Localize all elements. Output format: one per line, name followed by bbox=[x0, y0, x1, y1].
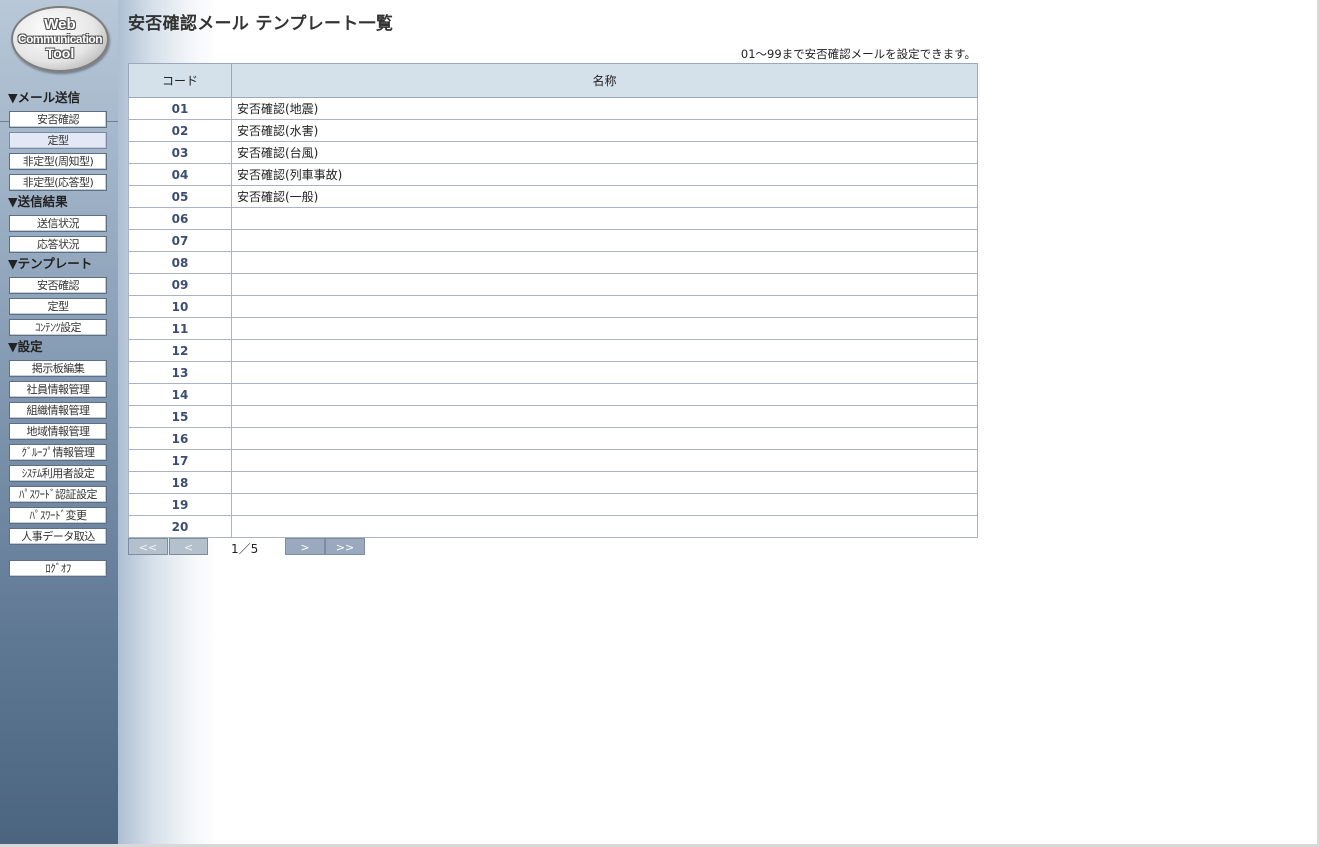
table-row[interactable]: 18 bbox=[128, 471, 978, 494]
template-code-cell[interactable]: 08 bbox=[128, 251, 232, 274]
template-code-cell[interactable]: 16 bbox=[128, 427, 232, 450]
template-code-cell[interactable]: 02 bbox=[128, 119, 232, 142]
template-name-cell[interactable]: 安否確認(地震) bbox=[231, 97, 978, 120]
template-name-cell[interactable] bbox=[231, 339, 978, 362]
section-heading-templates: ▼テンプレート bbox=[8, 256, 93, 271]
template-code-cell[interactable]: 09 bbox=[128, 273, 232, 296]
template-name-cell[interactable] bbox=[231, 515, 978, 538]
pager-last-button[interactable]: >> bbox=[325, 538, 365, 555]
app-logo[interactable]: Web Communication Tool bbox=[11, 6, 109, 72]
table-row[interactable]: 16 bbox=[128, 427, 978, 450]
template-code-cell[interactable]: 07 bbox=[128, 229, 232, 252]
template-code-cell[interactable]: 20 bbox=[128, 515, 232, 538]
nav-template-fixed[interactable]: 定型 bbox=[9, 298, 107, 315]
template-code-cell[interactable]: 01 bbox=[128, 97, 232, 120]
template-code-cell[interactable]: 14 bbox=[128, 383, 232, 406]
nav-password-auth-settings[interactable]: ﾊﾟｽﾜｰﾄﾞ認証設定 bbox=[9, 486, 107, 503]
template-code-cell[interactable]: 04 bbox=[128, 163, 232, 186]
template-name-cell[interactable]: 安否確認(台風) bbox=[231, 141, 978, 164]
nav-template-safety[interactable]: 安否確認 bbox=[9, 277, 107, 294]
table-row[interactable]: 11 bbox=[128, 317, 978, 340]
template-name-cell[interactable] bbox=[231, 273, 978, 296]
column-header-name: 名称 bbox=[231, 63, 978, 98]
pager-page-indicator: 1／5 bbox=[231, 542, 259, 556]
nav-bulletin-edit[interactable]: 掲示板編集 bbox=[9, 360, 107, 377]
sidebar: Web Communication Tool ▼メール送信 安否確認 定型 非定… bbox=[0, 0, 119, 844]
section-heading-results: ▼送信結果 bbox=[8, 194, 68, 209]
table-row[interactable]: 03 安否確認(台風) bbox=[128, 141, 978, 164]
pager-prev-button[interactable]: < bbox=[169, 538, 208, 555]
template-name-cell[interactable] bbox=[231, 471, 978, 494]
table-row[interactable]: 14 bbox=[128, 383, 978, 406]
table-row[interactable]: 02 安否確認(水害) bbox=[128, 119, 978, 142]
template-name-cell[interactable] bbox=[231, 317, 978, 340]
pager-first-button[interactable]: << bbox=[128, 538, 168, 555]
template-name-cell[interactable]: 安否確認(列車事故) bbox=[231, 163, 978, 186]
nav-hr-data-import[interactable]: 人事データ取込 bbox=[9, 528, 107, 545]
range-note: 01～99まで安否確認メールを設定できます。 bbox=[740, 47, 976, 61]
table-row[interactable]: 04 安否確認(列車事故) bbox=[128, 163, 978, 186]
template-code-cell[interactable]: 11 bbox=[128, 317, 232, 340]
nav-safety-confirm-send[interactable]: 安否確認 bbox=[9, 111, 107, 128]
template-code-cell[interactable]: 12 bbox=[128, 339, 232, 362]
table-row[interactable]: 05 安否確認(一般) bbox=[128, 185, 978, 208]
template-code-cell[interactable]: 19 bbox=[128, 493, 232, 516]
table-row[interactable]: 12 bbox=[128, 339, 978, 362]
table-row[interactable]: 08 bbox=[128, 251, 978, 274]
nav-content-settings[interactable]: ｺﾝﾃﾝﾂ設定 bbox=[9, 319, 107, 336]
template-name-cell[interactable] bbox=[231, 383, 978, 406]
template-code-cell[interactable]: 03 bbox=[128, 141, 232, 164]
template-code-cell[interactable]: 13 bbox=[128, 361, 232, 384]
nav-send-status[interactable]: 送信状況 bbox=[9, 215, 107, 232]
template-table: コード 名称 01 安否確認(地震) 02 安否確認(水害) 03 安否確認(台風) 04 安… bbox=[128, 63, 978, 538]
table-row[interactable]: 17 bbox=[128, 449, 978, 472]
nav-fixed-send[interactable]: 定型 bbox=[9, 132, 107, 149]
template-name-cell[interactable] bbox=[231, 295, 978, 318]
nav-nonfixed-response-send[interactable]: 非定型(応答型) bbox=[9, 174, 107, 191]
logo-line-3: Tool bbox=[45, 45, 75, 61]
table-row[interactable]: 10 bbox=[128, 295, 978, 318]
template-name-cell[interactable] bbox=[231, 207, 978, 230]
nav-password-change[interactable]: ﾊﾟｽﾜｰﾄﾞ変更 bbox=[9, 507, 107, 524]
logout-button[interactable]: ﾛｸﾞｵﾌ bbox=[9, 560, 107, 577]
table-row[interactable]: 07 bbox=[128, 229, 978, 252]
template-code-cell[interactable]: 05 bbox=[128, 185, 232, 208]
template-name-cell[interactable]: 安否確認(水害) bbox=[231, 119, 978, 142]
table-row[interactable]: 01 安否確認(地震) bbox=[128, 97, 978, 120]
table-row[interactable]: 13 bbox=[128, 361, 978, 384]
section-heading-mail-send: ▼メール送信 bbox=[8, 90, 81, 105]
nav-region-info[interactable]: 地域情報管理 bbox=[9, 423, 107, 440]
table-row[interactable]: 19 bbox=[128, 493, 978, 516]
nav-group-info[interactable]: ｸﾞﾙｰﾌﾟ情報管理 bbox=[9, 444, 107, 461]
nav-response-status[interactable]: 応答状況 bbox=[9, 236, 107, 253]
nav-system-user-settings[interactable]: ｼｽﾃﾑ利用者設定 bbox=[9, 465, 107, 482]
template-name-cell[interactable] bbox=[231, 251, 978, 274]
template-name-cell[interactable] bbox=[231, 449, 978, 472]
template-code-cell[interactable]: 10 bbox=[128, 295, 232, 318]
column-header-code: コード bbox=[128, 63, 232, 98]
section-heading-settings: ▼設定 bbox=[8, 339, 43, 354]
template-name-cell[interactable] bbox=[231, 427, 978, 450]
logo-line-2: Communication bbox=[17, 32, 103, 46]
nav-employee-info[interactable]: 社員情報管理 bbox=[9, 381, 107, 398]
template-name-cell[interactable] bbox=[231, 493, 978, 516]
template-code-cell[interactable]: 15 bbox=[128, 405, 232, 428]
table-header-row: コード 名称 bbox=[128, 63, 978, 98]
template-name-cell[interactable] bbox=[231, 361, 978, 384]
logo-line-1: Web bbox=[44, 16, 76, 33]
pager-next-button[interactable]: > bbox=[285, 538, 325, 555]
table-row[interactable]: 09 bbox=[128, 273, 978, 296]
table-row[interactable]: 06 bbox=[128, 207, 978, 230]
table-row[interactable]: 20 bbox=[128, 515, 978, 538]
template-name-cell[interactable] bbox=[231, 229, 978, 252]
template-name-cell[interactable] bbox=[231, 405, 978, 428]
template-code-cell[interactable]: 17 bbox=[128, 449, 232, 472]
nav-organization-info[interactable]: 組織情報管理 bbox=[9, 402, 107, 419]
nav-nonfixed-notice-send[interactable]: 非定型(周知型) bbox=[9, 153, 107, 170]
template-code-cell[interactable]: 06 bbox=[128, 207, 232, 230]
page-title: 安否確認メール テンプレート一覧 bbox=[128, 14, 394, 34]
table-row[interactable]: 15 bbox=[128, 405, 978, 428]
template-name-cell[interactable]: 安否確認(一般) bbox=[231, 185, 978, 208]
template-code-cell[interactable]: 18 bbox=[128, 471, 232, 494]
